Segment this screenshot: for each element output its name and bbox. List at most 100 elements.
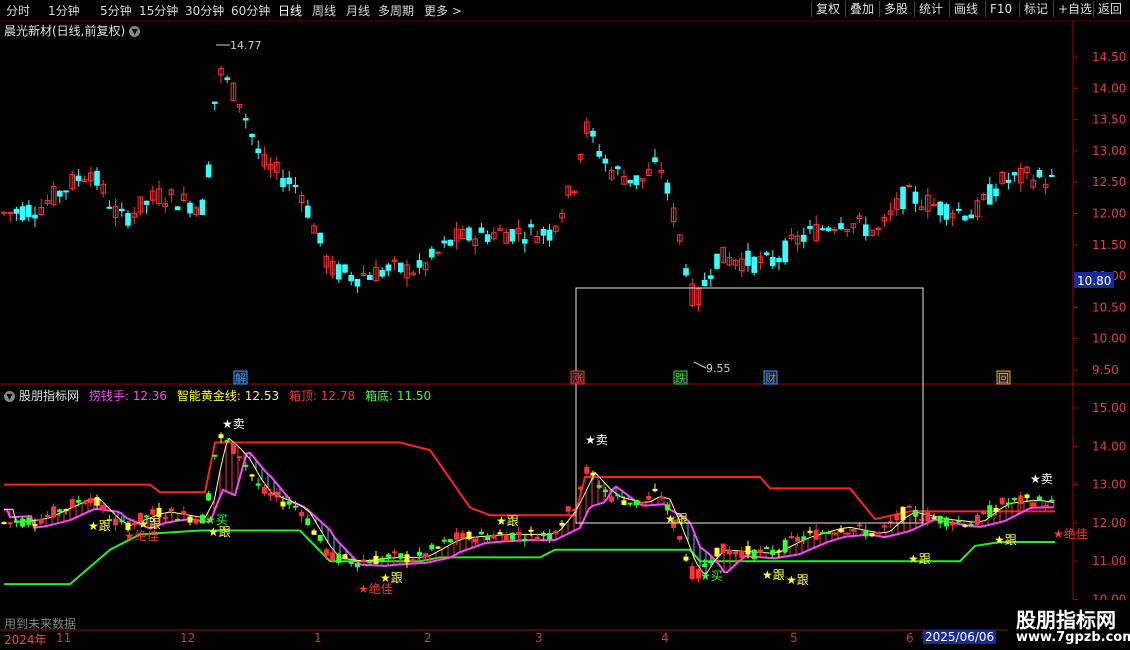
kline-chart[interactable]: 14.50 14.00 13.50 13.00 12.50 12.00 11.50 11.00…	[0, 0, 1130, 650]
ind-candle-body	[900, 506, 906, 520]
candle-body	[174, 206, 181, 211]
stock-title-text: 晨光新材(日线,前复权)	[4, 24, 126, 38]
candle-body	[292, 184, 299, 188]
ind-candle-body	[609, 496, 615, 502]
axis-month-1: 1	[314, 631, 322, 645]
candle-body	[484, 234, 491, 243]
candle-body	[509, 229, 516, 242]
ind-candle-body	[404, 554, 410, 563]
axis-month-12: 12	[180, 631, 196, 645]
ind-candle-body	[323, 549, 329, 556]
indicator-name[interactable]: 股朋指标网	[19, 389, 79, 403]
ind-candle-body	[193, 519, 199, 524]
indicator-value-laoqianshou: 捞钱手: 12.36	[88, 389, 168, 403]
ind-candle-body	[950, 522, 956, 526]
y-axis-label: 11.50	[1092, 238, 1126, 252]
candle-body	[13, 208, 20, 214]
event-marker-1: 涨	[572, 372, 583, 385]
candle-body	[19, 206, 26, 221]
ind-candle-body	[943, 517, 949, 527]
ind-candle-body	[261, 486, 267, 494]
candle-body	[63, 190, 69, 193]
indicator-value-box-top: 箱顶: 12.78	[288, 389, 356, 403]
ind-candle-body	[664, 504, 670, 511]
ind-candle-body	[863, 529, 869, 537]
ind-candle-body	[739, 550, 745, 558]
signal-label-5: ★跟	[208, 525, 231, 539]
candle-body	[119, 208, 125, 212]
ind-candle-body	[962, 524, 968, 527]
candle-body	[348, 274, 354, 282]
ind-candle-body	[94, 497, 100, 506]
ind-candle-body	[553, 530, 559, 534]
ind-candle-body	[32, 523, 38, 526]
candle-body	[633, 175, 640, 186]
y-axis-label: 10.50	[1092, 300, 1126, 314]
ind-candle-body	[13, 520, 19, 523]
ind-candle-body	[342, 554, 348, 559]
candle-body	[255, 148, 261, 154]
ind-candle-body	[373, 555, 379, 564]
ind-candle-body	[968, 523, 974, 526]
ind-candle-body	[472, 538, 478, 543]
candle-body	[770, 256, 776, 267]
ind-candle-body	[640, 501, 646, 504]
ind-candle-body	[26, 517, 32, 525]
chevron-down-icon[interactable]: ▼	[4, 391, 15, 402]
ind-candle-body	[113, 518, 119, 526]
ind-candle-body	[993, 507, 999, 512]
candle-body	[596, 151, 603, 157]
signal-label-17: ★买	[205, 513, 228, 527]
event-marker-3: 财	[765, 371, 776, 385]
chevron-down-icon[interactable]: ▼	[129, 26, 141, 37]
candle-body	[1036, 169, 1043, 178]
ind-y-axis-label: 15.00	[1092, 401, 1126, 415]
ind-candle-body	[906, 505, 912, 508]
ind-candle-body	[497, 532, 503, 535]
ind-candle-body	[423, 553, 429, 558]
ind-candle-body	[168, 508, 174, 512]
candle-body	[763, 252, 770, 256]
candle-body	[714, 253, 720, 269]
signal-label-1: ★卖	[585, 433, 608, 447]
ind-candle-body	[547, 533, 553, 540]
ind-candle-body	[646, 496, 652, 500]
ind-candle-body	[596, 484, 602, 488]
ind-candle-body	[75, 500, 81, 503]
y-axis-label: 9.50	[1092, 363, 1119, 377]
ind-candle-body	[255, 483, 261, 486]
candle-body	[125, 213, 131, 226]
ind-candle-body	[150, 509, 156, 515]
ind-candle-body	[832, 532, 838, 535]
ind-y-axis-label: 14.00	[1092, 439, 1126, 453]
ind-candle-body	[733, 551, 739, 555]
candle-body	[447, 239, 454, 246]
ind-candle-body	[237, 456, 243, 459]
ind-candle-body	[956, 520, 962, 523]
stock-title[interactable]: 晨光新材(日线,前复权) ▼	[4, 22, 141, 39]
candle-body	[441, 240, 447, 244]
candle-body	[354, 278, 361, 287]
signal-label-10: ★跟	[786, 573, 809, 587]
gold-line	[3, 437, 1055, 575]
axis-month-2: 2	[424, 631, 432, 645]
ind-candle-body	[286, 501, 292, 505]
ind-candle-body	[1018, 495, 1024, 505]
ind-candle-body	[7, 522, 13, 525]
high-price-label: 14.77	[230, 39, 262, 52]
candle-body	[305, 205, 311, 218]
ind-candle-body	[590, 472, 596, 476]
axis-month-5: 5	[790, 631, 798, 645]
candle-body	[32, 214, 38, 219]
ind-candle-body	[1024, 494, 1030, 498]
ind-candle-body	[652, 488, 658, 492]
ind-candle-body	[230, 443, 236, 454]
candle-body	[342, 264, 348, 273]
ind-candle-body	[540, 532, 546, 537]
candle-body	[968, 214, 975, 219]
signal-label-15: ★绝佳	[358, 581, 393, 596]
candle-body	[708, 275, 714, 280]
y-axis-label: 14.00	[1092, 81, 1126, 95]
candle-body	[187, 202, 193, 214]
ind-candle-body	[1030, 502, 1036, 507]
